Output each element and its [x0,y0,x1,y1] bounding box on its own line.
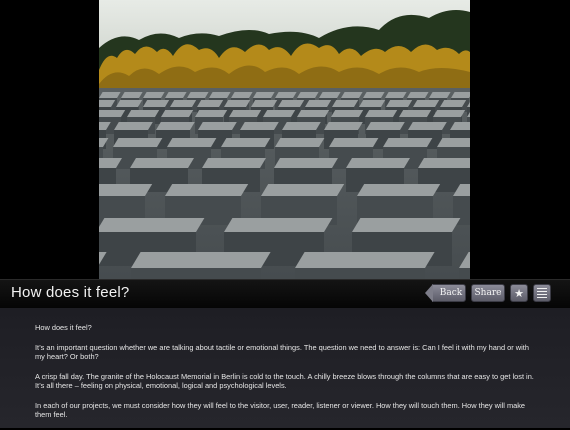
article-body: How does it feel? It’s an important ques… [35,323,540,430]
star-icon: ★ [514,286,524,300]
title-bar: How does it feel? Back Share ★ [0,279,570,309]
article-paragraph: It’s an important question whether we ar… [35,342,529,362]
article-panel: How does it feel? It’s an important ques… [0,308,570,428]
back-button[interactable]: Back [425,284,466,302]
menu-button[interactable] [533,284,551,302]
back-arrow-icon [425,284,433,302]
article-heading: How does it feel? [35,323,92,332]
memorial-photo [99,0,470,279]
article-paragraph: A crisp fall day. The granite of the Hol… [35,371,534,391]
menu-icon [537,288,547,298]
share-button-label: Share [474,288,502,298]
article-paragraph: In each of our projects, we must conside… [35,400,526,420]
favorite-button[interactable]: ★ [510,284,528,302]
page-title: How does it feel? [11,284,130,301]
back-button-label: Back [439,288,463,298]
share-button[interactable]: Share [471,284,505,302]
